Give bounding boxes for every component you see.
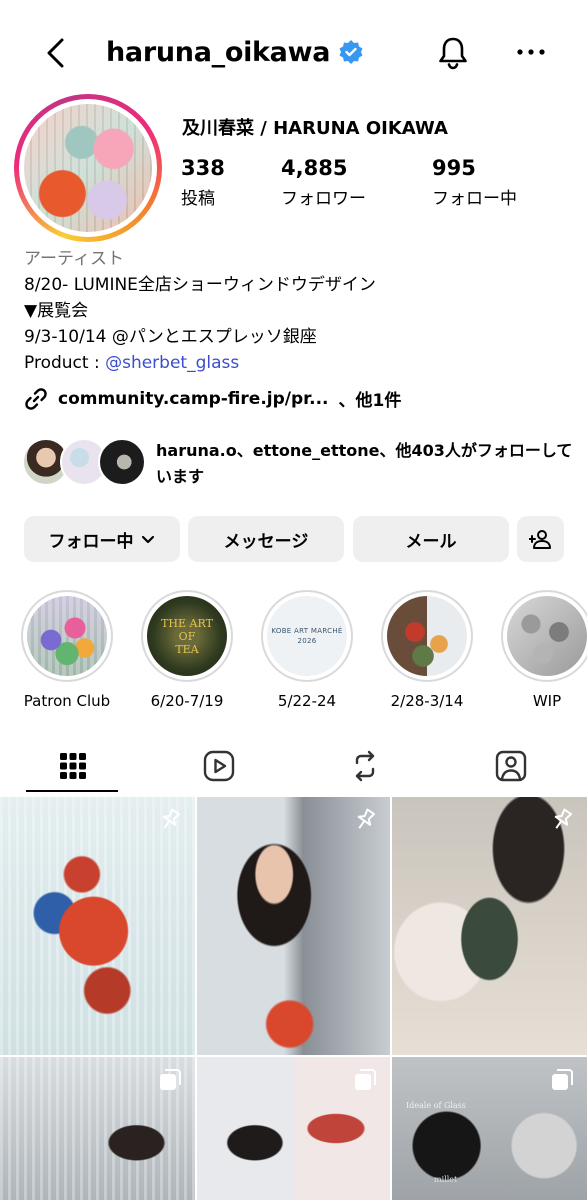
stat-following-value: 995 <box>432 156 476 180</box>
profile-header: haruna_oikawa <box>0 0 587 104</box>
bio-line: 8/20- LUMINE全店ショーウィンドウデザイン <box>24 275 376 295</box>
bio-line: 9/3-10/14 @パンとエスプレッソ銀座 <box>24 327 317 347</box>
highlight-art-text: 2026 <box>297 637 317 645</box>
post-thumbnail[interactable] <box>0 797 195 1055</box>
stat-followers-value: 4,885 <box>281 156 348 180</box>
username: haruna_oikawa <box>106 36 331 68</box>
pin-icon <box>554 808 573 829</box>
username-title: haruna_oikawa <box>106 34 364 70</box>
cd-subtitle: millet <box>434 1175 458 1184</box>
link-icon <box>25 387 47 410</box>
bio-product-line: Product : @sherbet_glass <box>24 350 574 376</box>
stat-followers[interactable]: 4,885 フォロワー <box>281 156 366 209</box>
highlight-label: 5/22-24 <box>277 692 337 710</box>
post-thumbnail[interactable] <box>197 1057 390 1200</box>
stat-following-label: フォロー中 <box>432 189 517 209</box>
more-icon[interactable] <box>515 40 547 64</box>
pin-icon <box>162 808 181 829</box>
bio-category: アーティスト <box>24 249 124 269</box>
highlight-patron-club[interactable]: Patron Club <box>19 590 115 710</box>
tab-posts-grid[interactable] <box>0 740 146 792</box>
highlight-cover: KOBE ART MARCHÉ 2026 <box>267 596 347 676</box>
post-thumbnail[interactable] <box>0 1057 195 1200</box>
highlight-label: WIP <box>532 692 562 710</box>
post-thumbnail[interactable]: Ideale of Glass millet <box>392 1057 587 1200</box>
carousel-icon <box>355 1069 376 1090</box>
pin-icon <box>357 808 376 829</box>
highlight-cover <box>507 596 587 676</box>
highlight-wip[interactable]: WIP <box>499 590 587 710</box>
following-button-label: フォロー中 <box>48 531 134 552</box>
story-ring[interactable] <box>14 94 162 242</box>
stat-posts-label: 投稿 <box>181 189 215 209</box>
add-person-icon <box>528 530 551 549</box>
highlight-kobe-art-marche[interactable]: KOBE ART MARCHÉ 2026 5/22-24 <box>259 590 355 710</box>
bio-line: ▼展覧会 <box>24 301 89 321</box>
chevron-down-icon <box>141 535 154 544</box>
email-button[interactable]: メール <box>353 516 509 562</box>
followed-by-names: haruna.o、ettone_ettone、 <box>156 441 396 460</box>
link-suffix: 、他1件 <box>338 391 402 411</box>
avatar <box>98 438 146 486</box>
stat-followers-label: フォロワー <box>281 189 366 209</box>
highlight-art-text: OF <box>178 629 196 643</box>
highlight-cover: THE ART OF TEA <box>147 596 227 676</box>
message-button-label: メッセージ <box>223 531 309 552</box>
highlight-cover <box>27 596 107 676</box>
stat-posts[interactable]: 338 投稿 <box>181 156 225 209</box>
highlight-cover <box>387 596 467 676</box>
grid-icon <box>60 753 86 779</box>
cd-title: Ideale of Glass <box>406 1101 466 1110</box>
highlight-art-of-tea[interactable]: THE ART OF TEA 6/20-7/19 <box>139 590 235 710</box>
active-tab-indicator <box>26 790 118 792</box>
carousel-icon <box>552 1069 573 1090</box>
following-button[interactable]: フォロー中 <box>24 516 180 562</box>
tagged-icon <box>495 750 527 782</box>
tab-reposts[interactable] <box>292 740 438 792</box>
highlight-label: Patron Club <box>23 692 111 710</box>
avatar <box>24 104 152 232</box>
tab-reels[interactable] <box>146 740 292 792</box>
posts-grid: Ideale of Glass millet <box>0 797 587 1200</box>
stat-posts-value: 338 <box>181 156 225 180</box>
external-link[interactable]: community.camp-fire.jp/pr... 、他1件 <box>24 386 401 411</box>
post-thumbnail[interactable] <box>197 797 390 1055</box>
post-thumbnail[interactable] <box>392 797 587 1055</box>
email-button-label: メール <box>405 531 457 552</box>
profile-tabs <box>0 740 587 794</box>
highlight-label: 6/20-7/19 <box>150 692 224 710</box>
highlight-label: 2/28-3/14 <box>390 692 464 710</box>
highlight-art-text: TEA <box>175 642 199 656</box>
product-prefix: Product : <box>24 353 106 373</box>
bio: アーティスト 8/20- LUMINE全店ショーウィンドウデザイン ▼展覧会 9… <box>24 246 574 376</box>
reels-icon <box>203 750 235 782</box>
highlight-art-text: KOBE ART MARCHÉ <box>271 627 343 635</box>
reposts-icon <box>355 750 375 782</box>
suggested-users-button[interactable] <box>517 516 564 562</box>
highlight-feb-mar[interactable]: 2/28-3/14 <box>379 590 475 710</box>
back-arrow-icon[interactable] <box>40 36 72 70</box>
bell-icon[interactable] <box>434 34 472 72</box>
mutual-followers-avatars[interactable] <box>22 438 146 488</box>
carousel-icon <box>160 1069 181 1090</box>
followed-by-text[interactable]: haruna.o、ettone_ettone、他403人がフォローしています <box>156 438 576 490</box>
tab-tagged[interactable] <box>438 740 584 792</box>
message-button[interactable]: メッセージ <box>188 516 344 562</box>
highlight-art-text: THE ART <box>161 616 213 630</box>
product-mention-link[interactable]: @sherbet_glass <box>105 353 239 373</box>
display-name: 及川春菜 / HARUNA OIKAWA <box>182 118 448 139</box>
link-text: community.camp-fire.jp/pr... <box>58 388 329 409</box>
stat-following[interactable]: 995 フォロー中 <box>432 156 517 209</box>
verified-badge-icon <box>339 40 363 64</box>
